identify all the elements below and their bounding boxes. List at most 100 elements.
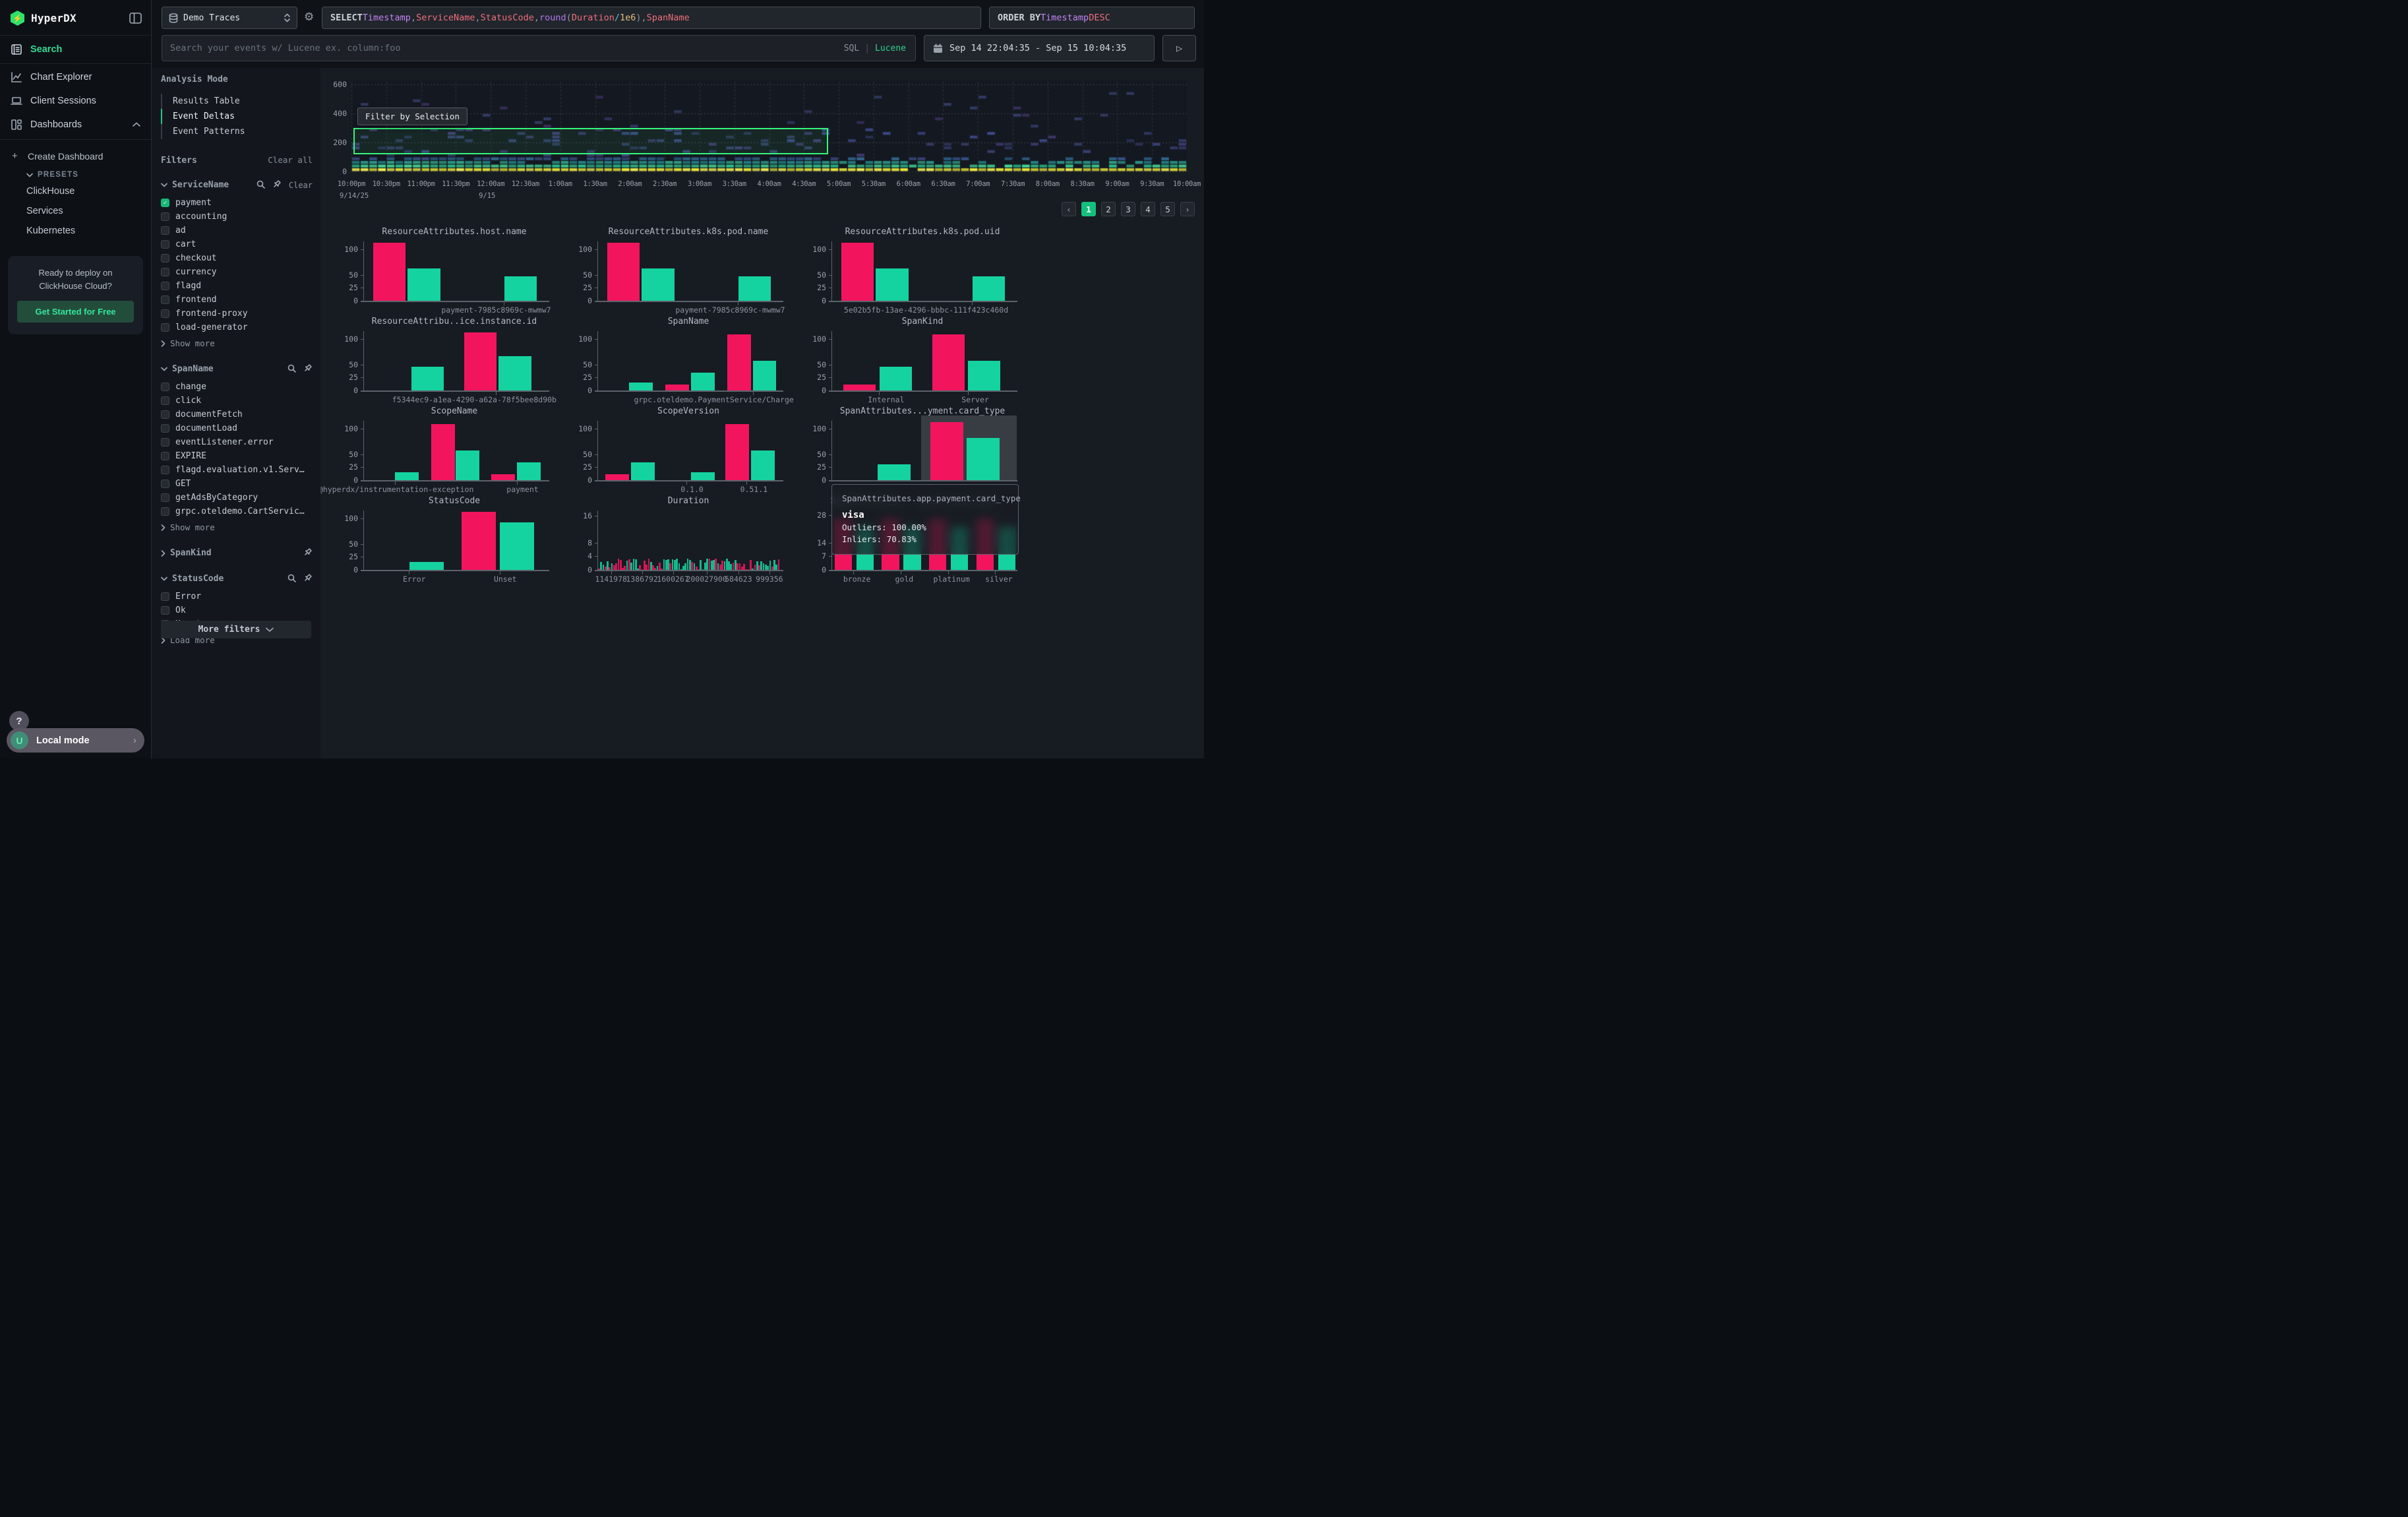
get-started-button[interactable]: Get Started for Free: [17, 301, 134, 323]
run-query-button[interactable]: ▷: [1162, 35, 1196, 61]
checkbox[interactable]: [161, 507, 169, 516]
mini-chart-plot[interactable]: [363, 511, 545, 570]
analysis-mode-event-deltas[interactable]: Event Deltas: [161, 109, 313, 124]
filter-section-header-spankind[interactable]: SpanKind: [161, 547, 313, 559]
sidebar-item-kubernetes[interactable]: Kubernetes: [0, 221, 151, 241]
analysis-mode-results-table[interactable]: Results Table: [161, 94, 313, 109]
filter-option[interactable]: flagd.evaluation.v1.Serv…: [161, 463, 313, 477]
filter-option[interactable]: GET: [161, 477, 313, 491]
filter-option[interactable]: load-generator: [161, 321, 313, 334]
filter-option[interactable]: change: [161, 380, 313, 394]
search-icon[interactable]: [287, 363, 296, 375]
sql-select-input[interactable]: SELECT Timestamp, ServiceName, StatusCod…: [322, 7, 981, 29]
collapse-sidebar-icon[interactable]: [129, 13, 142, 24]
source-select[interactable]: Demo Traces: [162, 7, 297, 29]
mini-chart-plot[interactable]: [363, 241, 545, 301]
checkbox[interactable]: [161, 396, 169, 405]
analysis-mode-event-patterns[interactable]: Event Patterns: [161, 124, 313, 139]
more-filters-button[interactable]: More filters: [161, 621, 311, 638]
checkbox[interactable]: [161, 383, 169, 391]
checkbox[interactable]: [161, 410, 169, 419]
checkbox[interactable]: [161, 480, 169, 488]
filter-option[interactable]: Ok: [161, 604, 313, 617]
filter-by-selection-button[interactable]: Filter by Selection: [357, 108, 467, 125]
duration-heatmap[interactable]: [351, 80, 1187, 173]
lucene-mode-toggle[interactable]: Lucene: [875, 44, 906, 53]
pin-icon[interactable]: [272, 179, 282, 191]
checkbox[interactable]: [161, 295, 169, 304]
mini-chart-plot[interactable]: [363, 331, 545, 390]
checkbox[interactable]: [161, 212, 169, 221]
filter-option[interactable]: checkout: [161, 251, 313, 265]
filter-option[interactable]: EXPIRE: [161, 449, 313, 463]
clear-section-button[interactable]: Clear: [289, 181, 313, 190]
search-icon[interactable]: [287, 573, 296, 585]
checkbox[interactable]: [161, 592, 169, 601]
checkbox[interactable]: [161, 282, 169, 290]
filter-option[interactable]: eventListener.error: [161, 435, 313, 449]
mini-chart-plot[interactable]: [831, 421, 1013, 480]
mini-chart-plot[interactable]: [597, 331, 779, 390]
filter-option[interactable]: grpc.oteldemo.CartServic…: [161, 505, 313, 518]
pagination-page-1[interactable]: 1: [1081, 202, 1096, 216]
mini-chart-plot[interactable]: [597, 421, 779, 480]
show-more-link[interactable]: Show more: [161, 521, 313, 534]
sidebar-item-clickhouse[interactable]: ClickHouse: [0, 181, 151, 201]
sidebar-item-search[interactable]: Search: [0, 35, 151, 64]
checkbox[interactable]: [161, 438, 169, 447]
pin-icon[interactable]: [303, 547, 313, 559]
search-icon[interactable]: [256, 179, 265, 191]
checkbox[interactable]: ✓: [161, 199, 169, 207]
checkbox[interactable]: [161, 466, 169, 474]
search-input[interactable]: [162, 36, 844, 61]
checkbox[interactable]: [161, 226, 169, 235]
checkbox[interactable]: [161, 268, 169, 276]
checkbox[interactable]: [161, 452, 169, 460]
filter-option[interactable]: accounting: [161, 210, 313, 224]
filter-option[interactable]: getAdsByCategory: [161, 491, 313, 505]
pin-icon[interactable]: [303, 363, 313, 375]
sidebar-item-client-sessions[interactable]: Client Sessions: [0, 89, 151, 113]
mini-chart-plot[interactable]: [597, 511, 779, 570]
filter-option[interactable]: Error: [161, 590, 313, 604]
pin-icon[interactable]: [303, 573, 313, 585]
checkbox[interactable]: [161, 606, 169, 615]
mini-chart-plot[interactable]: [831, 241, 1013, 301]
sidebar-item-chart-explorer[interactable]: Chart Explorer: [0, 65, 151, 89]
gear-icon[interactable]: ⚙: [304, 11, 314, 24]
heatmap-selection-box[interactable]: [353, 128, 829, 154]
filter-option[interactable]: documentFetch: [161, 408, 313, 421]
create-dashboard-button[interactable]: + Create Dashboard: [0, 146, 151, 166]
checkbox[interactable]: [161, 240, 169, 249]
checkbox[interactable]: [161, 309, 169, 318]
filter-option[interactable]: frontend: [161, 293, 313, 307]
filter-option[interactable]: ✓payment: [161, 196, 313, 210]
checkbox[interactable]: [161, 323, 169, 332]
filter-option[interactable]: click: [161, 394, 313, 408]
pagination-page-3[interactable]: 3: [1121, 202, 1135, 216]
checkbox[interactable]: [161, 493, 169, 502]
pagination-page-5[interactable]: 5: [1160, 202, 1175, 216]
pagination-page-4[interactable]: 4: [1141, 202, 1155, 216]
filter-option[interactable]: documentLoad: [161, 421, 313, 435]
checkbox[interactable]: [161, 424, 169, 433]
pagination-next[interactable]: ›: [1180, 202, 1195, 216]
clear-all-filters[interactable]: Clear all: [268, 155, 313, 165]
presets-group[interactable]: PRESETS: [0, 166, 151, 181]
mini-chart-plot[interactable]: [597, 241, 779, 301]
user-mode-pill[interactable]: U Local mode ›: [7, 728, 144, 753]
filter-section-header-spanname[interactable]: SpanName: [161, 363, 313, 375]
show-more-link[interactable]: Show more: [161, 337, 313, 350]
mini-chart-plot[interactable]: [831, 331, 1013, 390]
sql-mode-toggle[interactable]: SQL: [844, 44, 859, 53]
order-by-input[interactable]: ORDER BY Timestamp DESC: [989, 7, 1195, 29]
pagination-page-2[interactable]: 2: [1101, 202, 1116, 216]
filter-option[interactable]: ad: [161, 224, 313, 237]
pagination-prev[interactable]: ‹: [1062, 202, 1076, 216]
filter-option[interactable]: frontend-proxy: [161, 307, 313, 321]
filter-section-header-statuscode[interactable]: StatusCode: [161, 573, 313, 585]
filter-option[interactable]: cart: [161, 237, 313, 251]
filter-section-header-servicename[interactable]: ServiceNameClear: [161, 179, 313, 191]
filter-option[interactable]: currency: [161, 265, 313, 279]
sidebar-item-dashboards[interactable]: Dashboards: [0, 113, 151, 137]
